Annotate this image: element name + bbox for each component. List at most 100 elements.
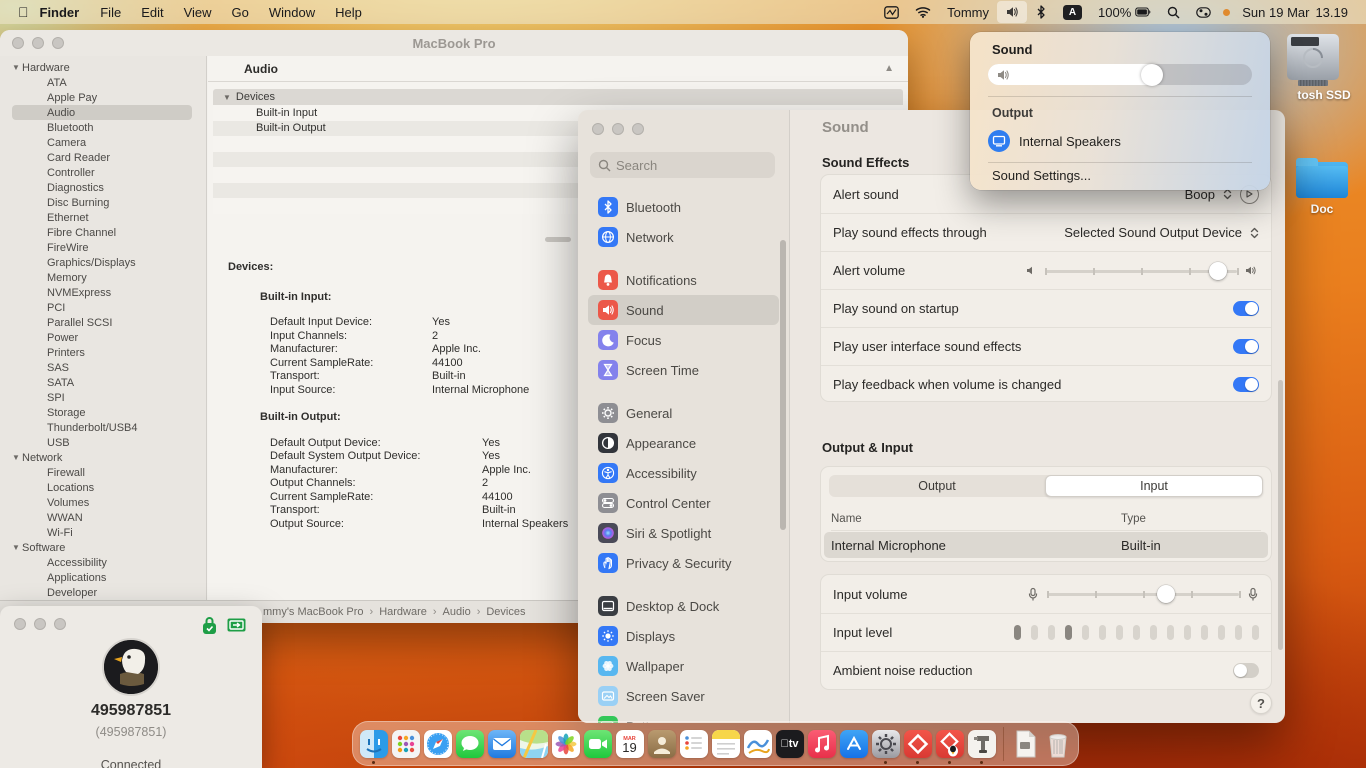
sysinfo-item-camera[interactable]: Camera bbox=[0, 135, 206, 150]
menu-item-finder[interactable]: Finder bbox=[29, 5, 91, 20]
dock-item-contacts[interactable] bbox=[647, 729, 676, 758]
sysinfo-item-diagnostics[interactable]: Diagnostics bbox=[0, 180, 206, 195]
segment-input[interactable]: Input bbox=[1045, 475, 1263, 497]
dock-item-document[interactable] bbox=[1011, 730, 1040, 758]
menu-item-window[interactable]: Window bbox=[259, 5, 325, 20]
input-source-menu[interactable]: A bbox=[1055, 1, 1090, 23]
user-menu[interactable]: Tommy bbox=[939, 1, 997, 23]
dock-item-facetime[interactable] bbox=[583, 729, 612, 758]
close-button[interactable] bbox=[592, 123, 604, 135]
sysinfo-item-sata[interactable]: SATA bbox=[0, 375, 206, 390]
dock-item-finder[interactable] bbox=[359, 729, 388, 764]
sysinfo-item-audio[interactable]: Audio bbox=[12, 105, 192, 120]
sysinfo-item-software[interactable]: ▼ Software bbox=[0, 540, 206, 555]
sidebar-item-bluetooth[interactable]: Bluetooth bbox=[588, 192, 779, 222]
sidebar-item-displays[interactable]: Displays bbox=[588, 621, 779, 651]
sidebar-item-general[interactable]: General bbox=[588, 398, 779, 428]
sysinfo-item-ata[interactable]: ATA bbox=[0, 75, 206, 90]
dock-item-photos[interactable] bbox=[551, 729, 580, 758]
activity-monitor-icon[interactable] bbox=[876, 1, 907, 23]
sysinfo-item-power[interactable]: Power bbox=[0, 330, 206, 345]
sidebar-item-control-center[interactable]: Control Center bbox=[588, 488, 779, 518]
battery-percentage[interactable]: 100% bbox=[1090, 1, 1133, 23]
segment-output[interactable]: Output bbox=[829, 475, 1045, 497]
volume-slider-thumb[interactable] bbox=[1140, 63, 1163, 86]
slider[interactable] bbox=[1047, 585, 1241, 603]
sidebar-item-privacy-security[interactable]: Privacy & Security bbox=[588, 548, 779, 578]
dock-item-tv[interactable]: tv bbox=[775, 729, 804, 758]
volume-icon[interactable] bbox=[997, 1, 1027, 23]
dock-item-trash[interactable] bbox=[1043, 730, 1072, 758]
dock-item-launchpad[interactable] bbox=[391, 729, 420, 758]
close-button[interactable] bbox=[14, 618, 26, 630]
sysinfo-item-parallel-scsi[interactable]: Parallel SCSI bbox=[0, 315, 206, 330]
sysinfo-item-disc-burning[interactable]: Disc Burning bbox=[0, 195, 206, 210]
sysinfo-item-applications[interactable]: Applications bbox=[0, 570, 206, 585]
dock-item-app-store[interactable] bbox=[839, 729, 868, 758]
menu-item-edit[interactable]: Edit bbox=[131, 5, 173, 20]
menu-item-help[interactable]: Help bbox=[325, 5, 372, 20]
spotlight-search-icon[interactable] bbox=[1159, 1, 1188, 23]
sysinfo-item-memory[interactable]: Memory bbox=[0, 270, 206, 285]
sysinfo-item-usb[interactable]: USB bbox=[0, 435, 206, 450]
slider-thumb[interactable] bbox=[1208, 261, 1227, 280]
dock-item-reminders[interactable] bbox=[679, 729, 708, 758]
sysinfo-item-developer[interactable]: Developer bbox=[0, 585, 206, 600]
settings-scrollbar[interactable] bbox=[1278, 380, 1283, 650]
device-table-row[interactable]: Internal Microphone Built-in bbox=[824, 532, 1268, 558]
settings-sidebar-scrollbar[interactable] bbox=[780, 240, 786, 530]
sysinfo-item-volumes[interactable]: Volumes bbox=[0, 495, 206, 510]
toggle-on[interactable] bbox=[1233, 377, 1259, 392]
menu-item-go[interactable]: Go bbox=[222, 5, 259, 20]
menu-date[interactable]: Sun 19 Mar bbox=[1234, 1, 1313, 23]
battery-icon[interactable] bbox=[1133, 1, 1159, 23]
sidebar-item-screen-saver[interactable]: Screen Saver bbox=[588, 681, 779, 711]
dock-item-messages[interactable] bbox=[455, 729, 484, 758]
sidebar-item-focus[interactable]: Focus bbox=[588, 325, 779, 355]
dock-item-anydesk[interactable] bbox=[903, 729, 932, 764]
menu-clock[interactable]: 13.19 bbox=[1313, 1, 1356, 23]
sysinfo-item-graphics-displays[interactable]: Graphics/Displays bbox=[0, 255, 206, 270]
dock-item-maps[interactable] bbox=[519, 729, 548, 758]
apple-icon[interactable]:  bbox=[18, 4, 29, 20]
zoom-button[interactable] bbox=[632, 123, 644, 135]
sysinfo-item-card-reader[interactable]: Card Reader bbox=[0, 150, 206, 165]
minimize-button[interactable] bbox=[34, 618, 46, 630]
chevron-down-icon[interactable]: ▼ bbox=[12, 63, 22, 72]
sysinfo-item-bluetooth[interactable]: Bluetooth bbox=[0, 120, 206, 135]
sysinfo-item-storage[interactable]: Storage bbox=[0, 405, 206, 420]
sidebar-item-accessibility[interactable]: Accessibility bbox=[588, 458, 779, 488]
sysinfo-item-pci[interactable]: PCI bbox=[0, 300, 206, 315]
dock-item-clamp-utility[interactable] bbox=[967, 729, 996, 764]
audio-section-header[interactable]: Audio ▲ bbox=[208, 56, 908, 82]
dock-item-notes[interactable] bbox=[711, 729, 740, 758]
toggle-on[interactable] bbox=[1233, 301, 1259, 316]
minimize-button[interactable] bbox=[612, 123, 624, 135]
sidebar-item-notifications[interactable]: Notifications bbox=[588, 265, 779, 295]
sysinfo-item-wwan[interactable]: WWAN bbox=[0, 510, 206, 525]
sound-settings-link[interactable]: Sound Settings... bbox=[992, 156, 1091, 183]
toggle-off[interactable] bbox=[1233, 663, 1259, 678]
dropdown-value[interactable]: Selected Sound Output Device bbox=[1064, 225, 1242, 240]
sidebar-item-appearance[interactable]: Appearance bbox=[588, 428, 779, 458]
dock-item-calendar[interactable]: MAR 19 bbox=[615, 729, 644, 758]
sidebar-item-network[interactable]: Network bbox=[588, 222, 779, 252]
sysinfo-item-nvmexpress[interactable]: NVMExpress bbox=[0, 285, 206, 300]
sysinfo-item-firewire[interactable]: FireWire bbox=[0, 240, 206, 255]
sidebar-item-screen-time[interactable]: Screen Time bbox=[588, 355, 779, 385]
chevron-up-down-icon[interactable] bbox=[1250, 227, 1259, 239]
sysinfo-item-ethernet[interactable]: Ethernet bbox=[0, 210, 206, 225]
sysinfo-item-thunderbolt-usb4[interactable]: Thunderbolt/USB4 bbox=[0, 420, 206, 435]
dock-item-anydesk-linux[interactable] bbox=[935, 729, 964, 764]
slider[interactable] bbox=[1045, 261, 1239, 280]
control-center-icon[interactable] bbox=[1188, 1, 1219, 23]
menu-item-view[interactable]: View bbox=[174, 5, 222, 20]
dock-item-freeform[interactable] bbox=[743, 729, 772, 758]
sidebar-item-wallpaper[interactable]: Wallpaper bbox=[588, 651, 779, 681]
sysinfo-item-controller[interactable]: Controller bbox=[0, 165, 206, 180]
chevron-down-icon[interactable]: ▼ bbox=[12, 453, 22, 462]
sidebar-item-desktop-dock[interactable]: Desktop & Dock bbox=[588, 591, 779, 621]
sysinfo-item-hardware[interactable]: ▼ Hardware bbox=[0, 60, 206, 75]
dock-item-safari[interactable] bbox=[423, 729, 452, 758]
wifi-icon[interactable] bbox=[907, 1, 939, 23]
